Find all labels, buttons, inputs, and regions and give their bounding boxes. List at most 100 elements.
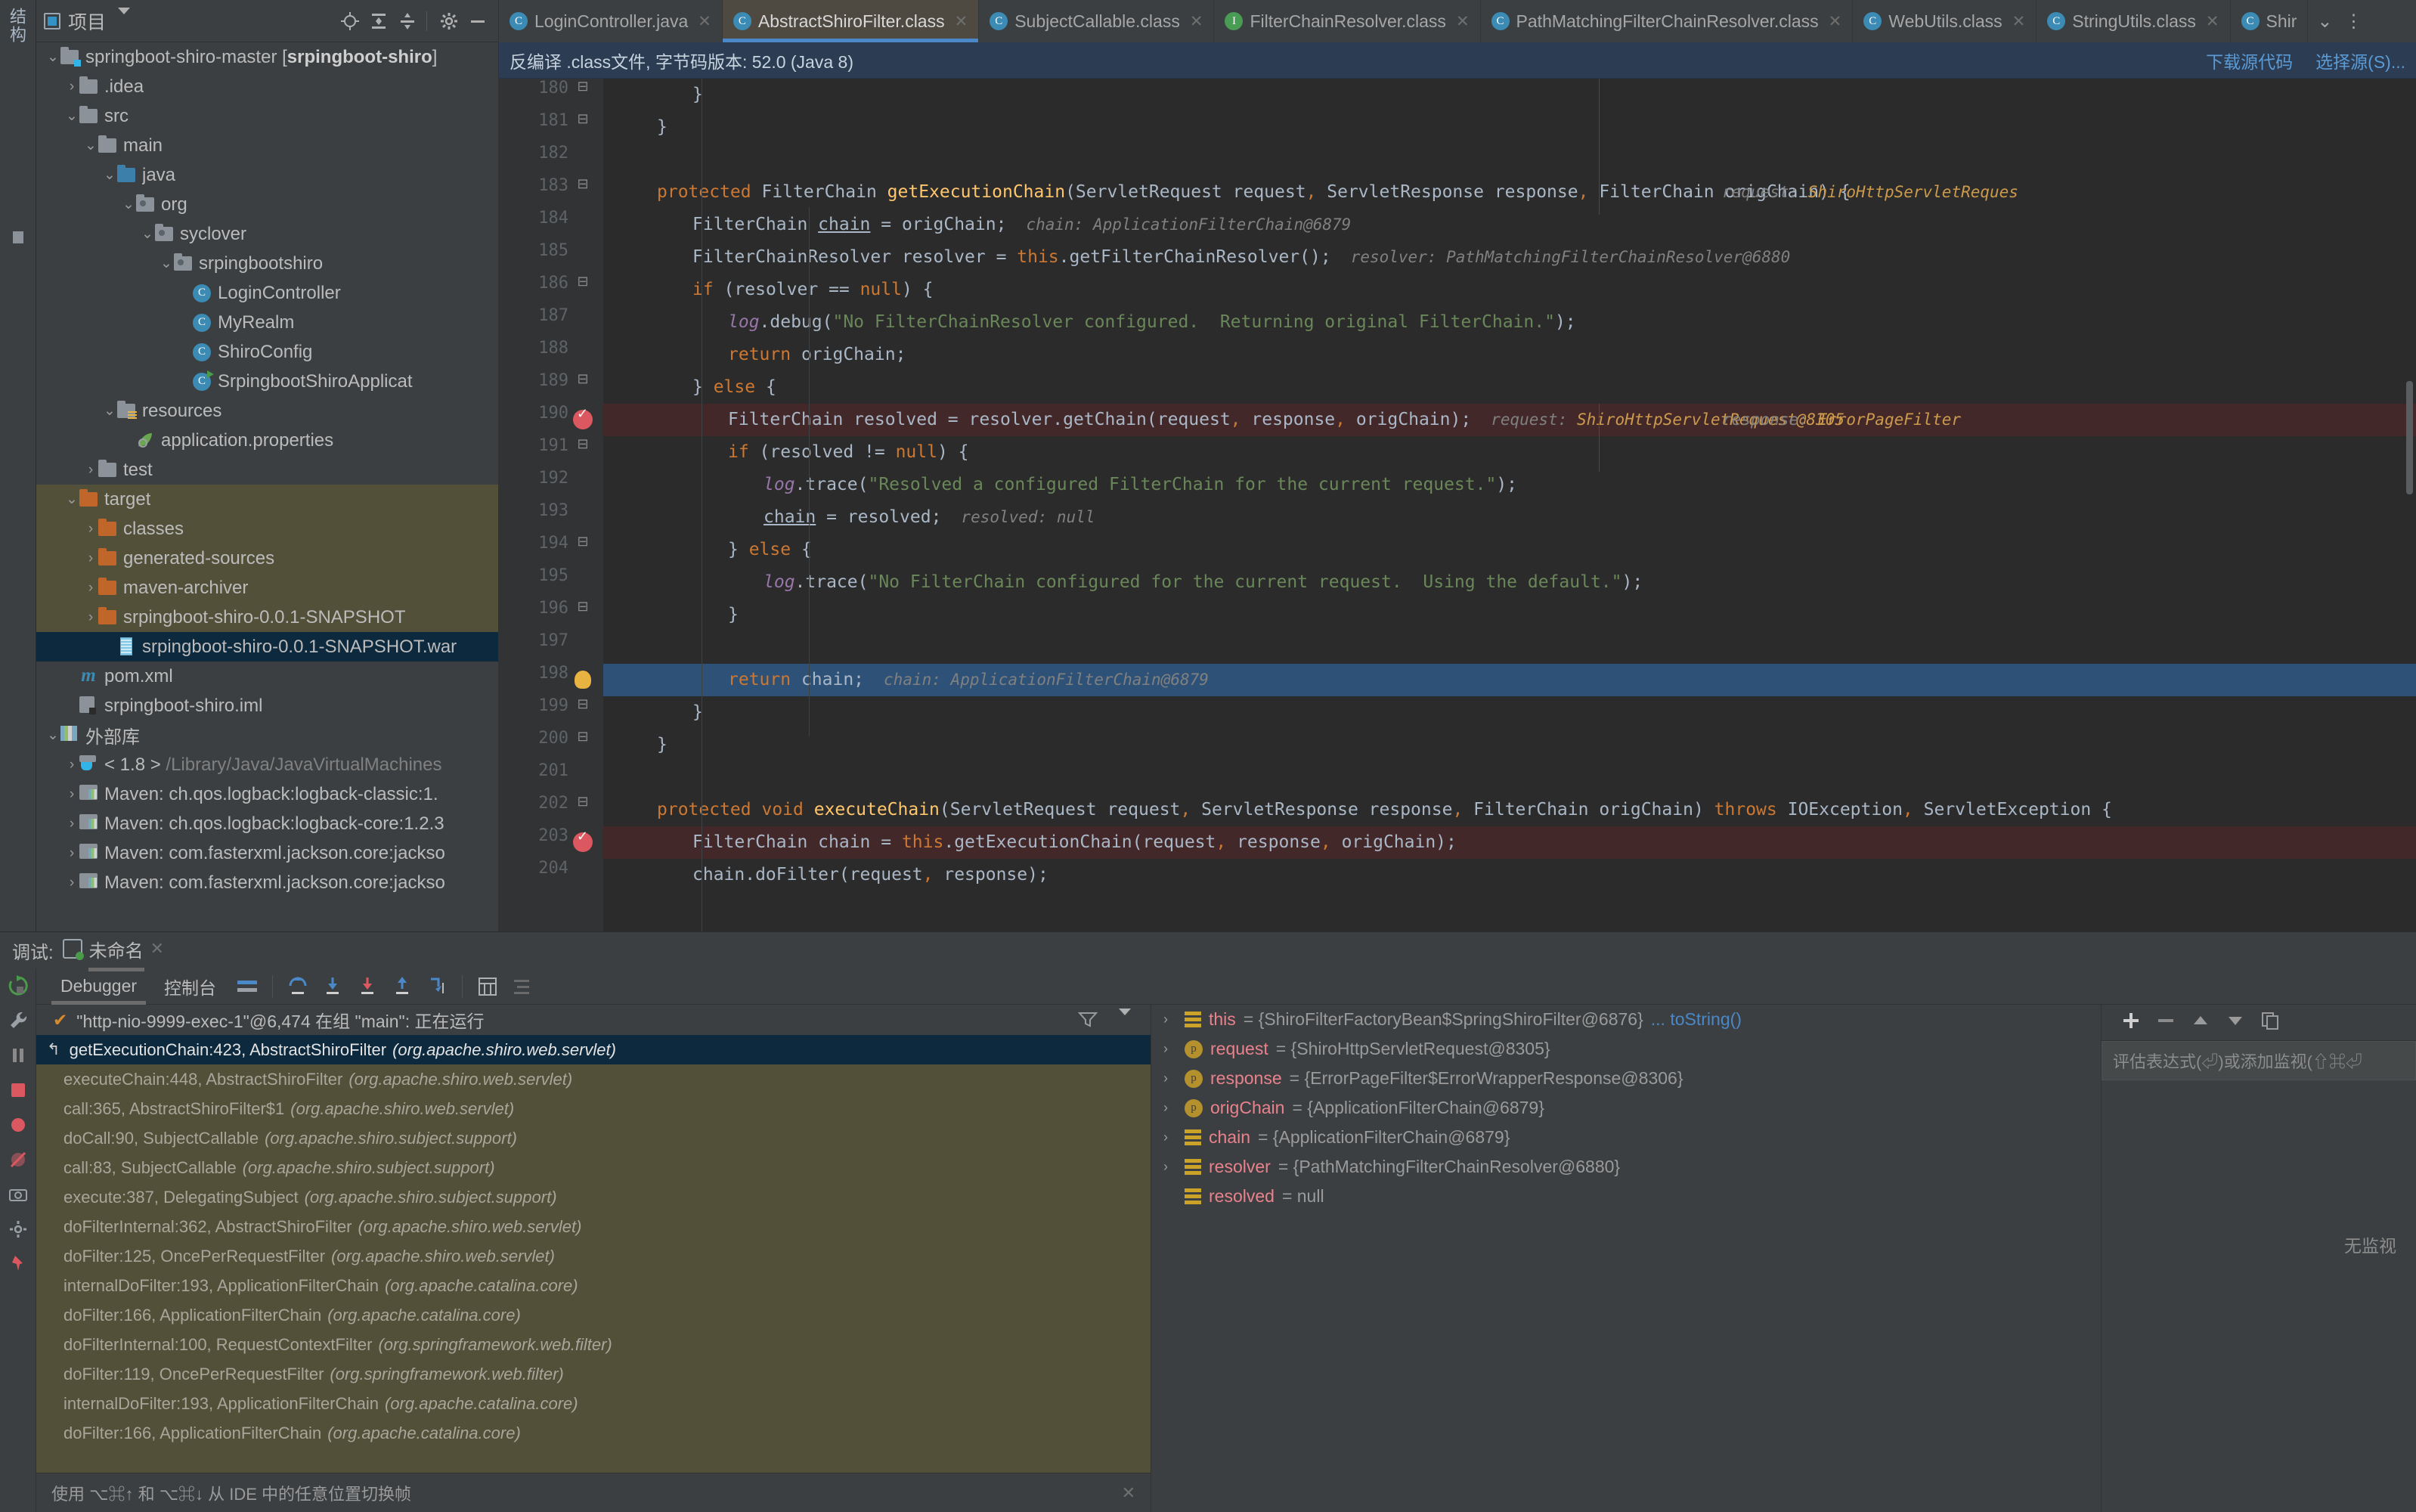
step-into-icon[interactable]: [315, 971, 350, 1002]
evaluate-icon[interactable]: [470, 971, 505, 1002]
variable-expand-chevron[interactable]: ›: [1163, 1159, 1177, 1175]
project-tree[interactable]: ⌄ springboot-shiro-master [srpingboot-shi…: [36, 42, 498, 931]
gutter-line-196[interactable]: 196 ⊟: [499, 599, 603, 631]
tree-expand-chevron[interactable]: ›: [83, 609, 98, 626]
variable-row-response[interactable]: › p response = {ErrorPageFilter$ErrorWrappe…: [1151, 1064, 2101, 1093]
bookmark-icon[interactable]: [8, 227, 29, 248]
code-line-185[interactable]: FilterChainResolver resolver = this.getF…: [603, 241, 2416, 274]
code-line-181[interactable]: }: [603, 111, 2416, 144]
stack-frame-row[interactable]: call:365, AbstractShiroFilter$1 (org.apac…: [36, 1094, 1151, 1123]
close-icon[interactable]: ✕: [698, 12, 711, 31]
stack-frames-list[interactable]: ↰ getExecutionChain:423, AbstractShiroFil…: [36, 1035, 1151, 1473]
fold-marker-icon[interactable]: ⊟: [575, 371, 591, 387]
tree-item-1-8[interactable]: › < 1.8 > /Library/Java/JavaVirtualMachin…: [36, 750, 498, 779]
tree-expand-chevron[interactable]: ⌄: [64, 107, 79, 125]
code-line-202[interactable]: protected void executeChain(ServletReque…: [603, 794, 2416, 826]
stack-frame-row[interactable]: doFilter:119, OncePerRequestFilter (org.s…: [36, 1359, 1151, 1389]
editor-tab-bar[interactable]: C LoginController.java ✕ C AbstractShiroFilt…: [499, 0, 2416, 42]
tab-console[interactable]: 控制台: [150, 968, 230, 1005]
stack-frame-row[interactable]: execute:387, DelegatingSubject (org.apach…: [36, 1182, 1151, 1212]
pause-icon[interactable]: [7, 1044, 29, 1067]
tree-item-[interactable]: ⌄ 外部库: [36, 720, 498, 750]
tree-item-myrealm[interactable]: ·CMyRealm: [36, 308, 498, 337]
reset-frame-icon[interactable]: ↰: [47, 1040, 60, 1059]
tree-item-srpingboot-shiro-0-0-1-snapshot[interactable]: › srpingboot-shiro-0.0.1-SNAPSHOT: [36, 603, 498, 632]
tree-expand-chevron[interactable]: ⌄: [64, 491, 79, 508]
gutter-line-198[interactable]: 198: [499, 664, 603, 696]
breakpoint-icon[interactable]: [573, 829, 593, 852]
fold-marker-icon[interactable]: ⊟: [575, 436, 591, 452]
tree-expand-chevron[interactable]: ›: [83, 580, 98, 596]
gutter-line-195[interactable]: 195: [499, 566, 603, 599]
code-line-203[interactable]: FilterChain chain = this.getExecutionCha…: [603, 826, 2416, 859]
code-line-204[interactable]: chain.doFilter(request, response);: [603, 859, 2416, 891]
close-icon[interactable]: ✕: [1122, 1483, 1135, 1503]
camera-icon[interactable]: [7, 1183, 29, 1206]
run-to-cursor-icon[interactable]: [420, 971, 454, 1002]
code-line-187[interactable]: log.debug("No FilterChainResolver config…: [603, 306, 2416, 339]
gutter-line-190[interactable]: 190: [499, 404, 603, 436]
code-line-188[interactable]: return origChain;: [603, 339, 2416, 371]
code-line-191[interactable]: if (resolved != null) {: [603, 436, 2416, 469]
structure-rail-label[interactable]: 结构: [5, 8, 29, 44]
tree-expand-chevron[interactable]: ⌄: [102, 402, 117, 420]
code-line-195[interactable]: log.trace("No FilterChain configured for…: [603, 566, 2416, 599]
close-icon[interactable]: ✕: [2012, 12, 2026, 31]
editor-tab-shir[interactable]: C Shir: [2231, 0, 2309, 42]
code-line-183[interactable]: protected FilterChain getExecutionChain(…: [603, 176, 2416, 209]
editor-tab-filterchainresolver-class[interactable]: I FilterChainResolver.class ✕: [1214, 0, 1481, 42]
force-step-into-icon[interactable]: [350, 971, 385, 1002]
gutter-line-184[interactable]: 184: [499, 209, 603, 241]
gutter-line-188[interactable]: 188: [499, 339, 603, 371]
intention-bulb-icon[interactable]: [575, 671, 591, 689]
fold-marker-icon[interactable]: ⊟: [575, 599, 591, 615]
close-icon[interactable]: ✕: [1456, 12, 1470, 31]
settings-gear-icon[interactable]: [436, 8, 462, 34]
gutter-line-203[interactable]: 203: [499, 826, 603, 859]
stack-frame-row[interactable]: internalDoFilter:193, ApplicationFilterC…: [36, 1271, 1151, 1300]
tree-expand-chevron[interactable]: ⌄: [121, 196, 136, 213]
tree-item-resources[interactable]: ⌄ resources: [36, 396, 498, 426]
editor-tab-abstractshirofilter-class[interactable]: C AbstractShiroFilter.class ✕: [722, 0, 980, 42]
collapse-all-icon[interactable]: [366, 8, 392, 34]
tree-item-java[interactable]: ⌄ java: [36, 160, 498, 190]
step-out-icon[interactable]: [385, 971, 420, 1002]
tree-item-generated-sources[interactable]: › generated-sources: [36, 544, 498, 573]
layout-icon[interactable]: [230, 971, 265, 1002]
stack-frame-row[interactable]: doFilter:166, ApplicationFilterChain (org…: [36, 1300, 1151, 1330]
step-over-icon[interactable]: [280, 971, 315, 1002]
chevron-down-icon[interactable]: [1119, 1009, 1131, 1036]
gutter-line-193[interactable]: 193: [499, 501, 603, 534]
variable-expand-chevron[interactable]: ›: [1163, 1041, 1177, 1057]
thread-row[interactable]: ✔ "http-nio-9999-exec-1"@6,474 在组 "main"…: [36, 1005, 1151, 1035]
variables-pane[interactable]: › this = {ShiroFilterFactoryBean$SpringShi…: [1151, 1005, 2102, 1512]
tree-item-application-properties[interactable]: ·application.properties: [36, 426, 498, 455]
expand-all-icon[interactable]: [395, 8, 420, 34]
variable-tostring-link[interactable]: ... toString(): [1651, 1009, 1742, 1030]
stack-frame-row[interactable]: doFilter:166, ApplicationFilterChain (org…: [36, 1418, 1151, 1448]
variable-row-origChain[interactable]: › p origChain = {ApplicationFilterChain@687…: [1151, 1093, 2101, 1123]
tree-expand-chevron[interactable]: ›: [83, 550, 98, 567]
wrench-icon[interactable]: [7, 1009, 29, 1032]
tree-expand-chevron[interactable]: ›: [64, 875, 79, 891]
gutter-line-187[interactable]: 187: [499, 306, 603, 339]
stack-frame-row[interactable]: doCall:90, SubjectCallable (org.apache.sh…: [36, 1123, 1151, 1153]
fold-marker-icon[interactable]: ⊟: [575, 274, 591, 290]
tree-item-shiroconfig[interactable]: ·CShiroConfig: [36, 337, 498, 367]
code-line-197[interactable]: [603, 631, 2416, 664]
variable-row-request[interactable]: › p request = {ShiroHttpServletRequest@8305…: [1151, 1034, 2101, 1064]
watches-toolbar[interactable]: [2102, 1005, 2416, 1041]
gutter-line-189[interactable]: 189 ⊟: [499, 371, 603, 404]
fold-marker-icon[interactable]: ⊟: [575, 729, 591, 745]
close-icon[interactable]: ✕: [150, 939, 164, 959]
code-line-193[interactable]: chain = resolved; resolved: null: [603, 501, 2416, 534]
tree-item-target[interactable]: ⌄ target: [36, 485, 498, 514]
gutter-line-199[interactable]: 199 ⊟: [499, 696, 603, 729]
tree-item-src[interactable]: ⌄ src: [36, 101, 498, 131]
move-down-icon[interactable]: [2226, 1011, 2245, 1034]
debug-session-tab[interactable]: 未命名 ✕: [62, 936, 164, 971]
gutter-line-185[interactable]: 185: [499, 241, 603, 274]
filter-icon[interactable]: [1077, 1011, 1098, 1032]
code-line-201[interactable]: [603, 761, 2416, 794]
variable-expand-chevron[interactable]: ›: [1163, 1070, 1177, 1086]
